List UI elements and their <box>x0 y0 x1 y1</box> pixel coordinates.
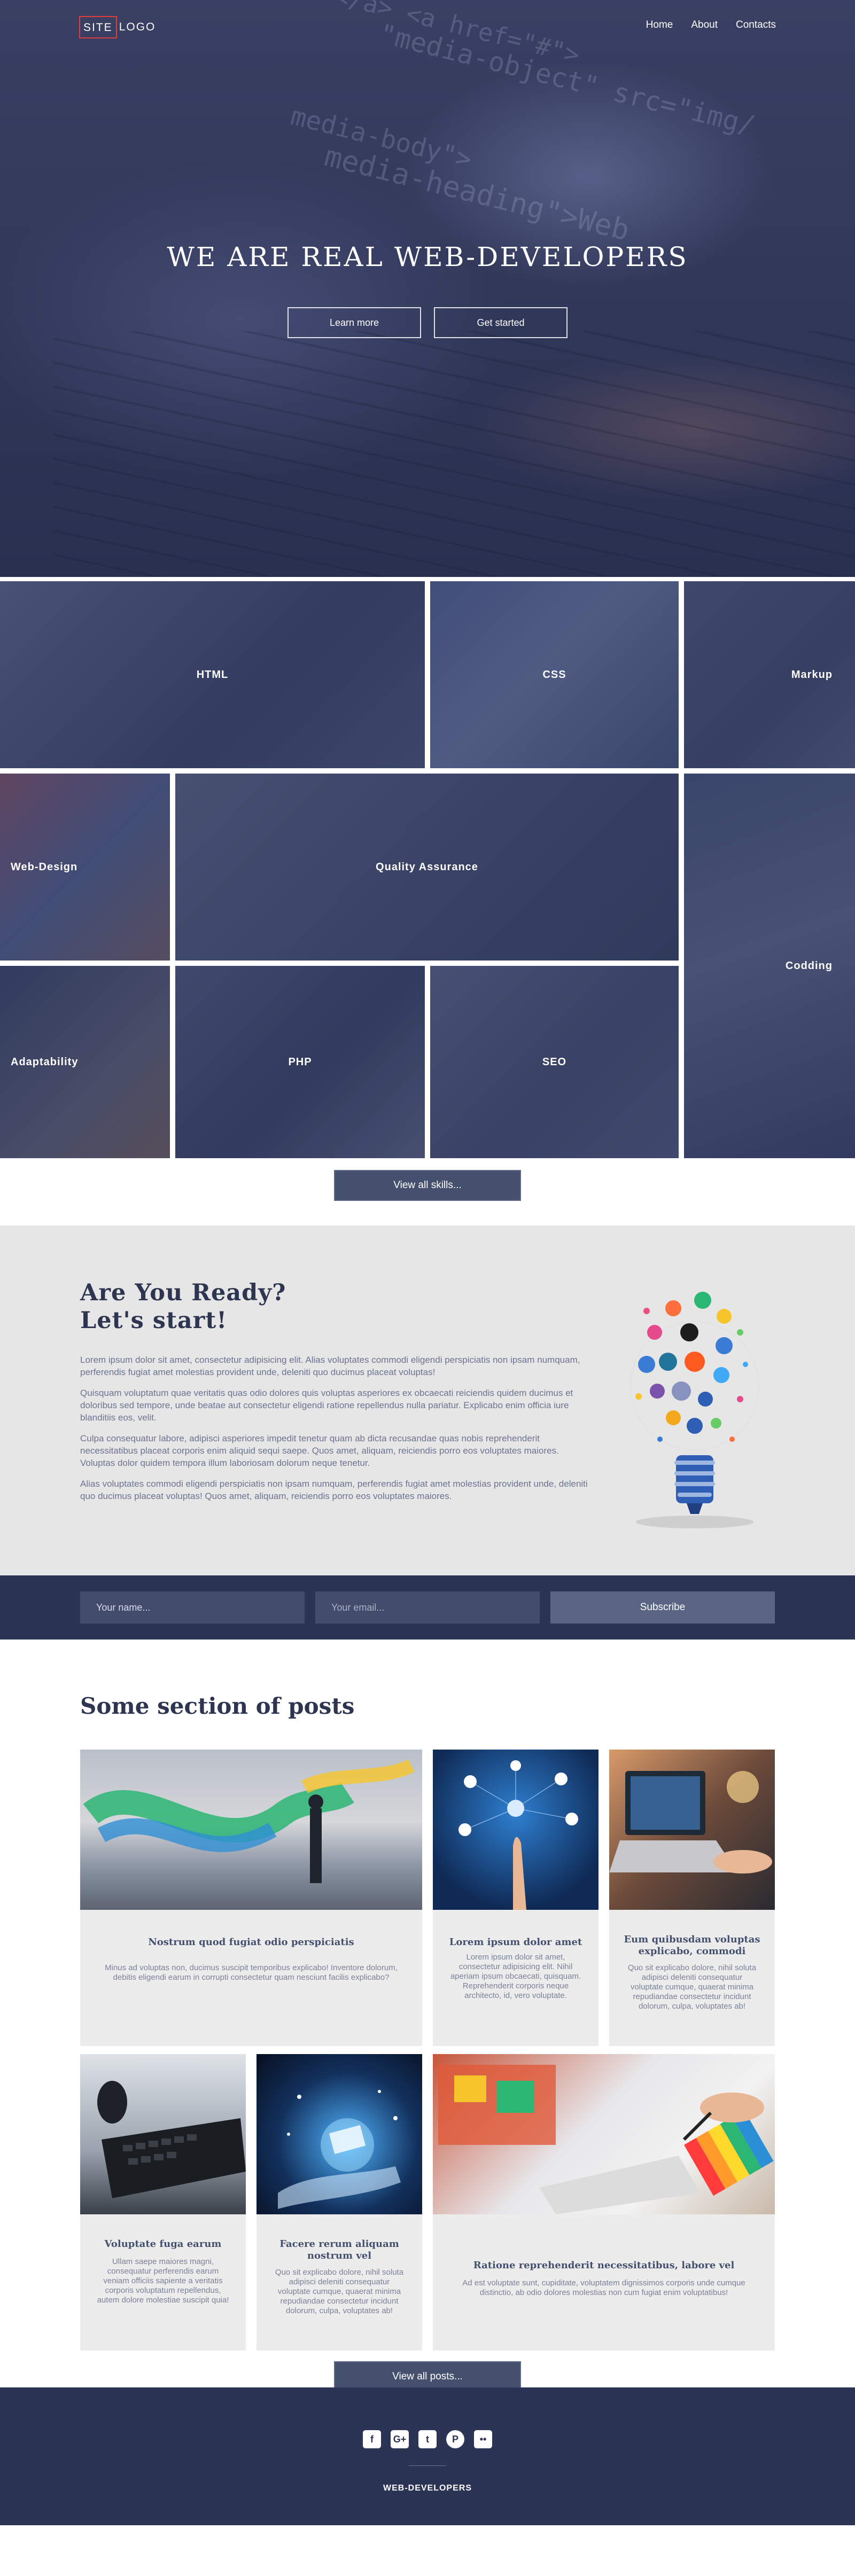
skill-label: SEO <box>542 1056 567 1068</box>
subscribe-button[interactable]: Subscribe <box>550 1591 775 1623</box>
post-card[interactable]: Lorem ipsum dolor amet Lorem ipsum dolor… <box>433 1750 598 2046</box>
post-description: Minus ad voluptas non, ducimus suscipit … <box>105 1963 398 1982</box>
post-card[interactable]: Nostrum quod fugiat odio perspiciatis Mi… <box>80 1750 422 2046</box>
post-title[interactable]: Lorem ipsum dolor amet <box>444 1937 588 1948</box>
skill-label: Codding <box>785 959 833 972</box>
hero-code-line: media-heading">Web <box>321 139 633 247</box>
post-description: Ad est voluptate sunt, cupiditate, volup… <box>462 2278 745 2297</box>
twitter-icon[interactable]: t <box>418 2430 437 2448</box>
get-started-button[interactable]: Get started <box>434 307 568 338</box>
footer-brand: WEB-DEVELOPERS <box>383 2484 472 2493</box>
posts-section: Some section of posts Nostrum quod fugia… <box>0 1640 855 2392</box>
ready-paragraph: Culpa consequatur labore, adipisci asper… <box>80 1433 559 1468</box>
hero-code-line: "media-object" src="img/ <box>376 18 758 142</box>
post-card[interactable]: Facere rerum aliquam nostrum vel Quo sit… <box>256 2054 422 2351</box>
skill-label: Web-Design <box>11 861 78 873</box>
skill-tile-php[interactable]: PHP <box>175 966 425 1158</box>
skill-label: Markup <box>791 668 833 681</box>
network-touch-image <box>458 1760 578 1910</box>
post-title[interactable]: Ratione reprehenderit necessitatibus, la… <box>444 2260 764 2271</box>
skill-tile-quality-assurance[interactable]: Quality Assurance <box>175 774 679 961</box>
name-input[interactable]: Your name... <box>80 1591 305 1623</box>
hero-section: </a> <a href="#"> "media-object" src="im… <box>0 0 855 577</box>
ready-title-line2: Let's start! <box>80 1307 228 1334</box>
post-description: Lorem ipsum dolor sit amet, consectetur … <box>450 1953 581 2000</box>
skill-tile-adaptability[interactable]: Adaptability <box>0 966 170 1158</box>
site-logo[interactable]: SITE LOGO <box>79 16 156 38</box>
designer-drawing-image <box>438 2065 774 2214</box>
logo-text: LOGO <box>119 21 156 33</box>
paint-splash-image <box>83 1759 415 1883</box>
post-description: Quo sit explicabo dolore, nihil soluta a… <box>275 2268 404 2315</box>
skill-label: Adaptability <box>11 1056 79 1068</box>
post-image <box>256 2054 422 2214</box>
post-image <box>433 1750 598 1910</box>
ready-text: Lorem ipsum dolor sit amet, consectetur … <box>80 1354 593 1511</box>
ready-paragraph: Lorem ipsum dolor sit amet, consectetur … <box>80 1355 580 1377</box>
ready-paragraph: Alias voluptates commodi eligendi perspi… <box>80 1479 588 1501</box>
ready-section: Are You Ready? Let's start! Lorem ipsum … <box>0 1225 855 1575</box>
digital-hand-image <box>278 2090 401 2209</box>
email-input[interactable]: Your email... <box>315 1591 540 1623</box>
skill-label: Quality Assurance <box>376 861 478 873</box>
flickr-icon[interactable]: •• <box>474 2430 492 2448</box>
hero-title: WE ARE REAL WEB-DEVELOPERS <box>167 241 688 272</box>
keyboard-mouse-image <box>97 2081 246 2198</box>
post-title[interactable]: Facere rerum aliquam nostrum vel <box>267 2238 411 2262</box>
post-image <box>433 2054 775 2214</box>
post-title[interactable]: Voluptate fuga earum <box>91 2238 235 2250</box>
lightbulb-illustration <box>630 1292 759 1528</box>
post-card[interactable]: Ratione reprehenderit necessitatibus, la… <box>433 2054 775 2351</box>
nav-about[interactable]: About <box>691 19 718 31</box>
logo-boxed-text: SITE <box>79 16 117 38</box>
ready-title: Are You Ready? Let's start! <box>80 1279 286 1334</box>
main-nav: Home About Contacts <box>646 19 776 31</box>
post-card[interactable]: Voluptate fuga earum Ullam saepe maiores… <box>80 2054 246 2351</box>
posts-title: Some section of posts <box>80 1693 355 1719</box>
post-image <box>80 1750 422 1910</box>
skill-tile-seo[interactable]: SEO <box>430 966 679 1158</box>
footer: f G+ t P •• WEB-DEVELOPERS <box>0 2387 855 2525</box>
learn-more-button[interactable]: Learn more <box>287 307 421 338</box>
post-description: Quo sit explicabo dolore, nihil soluta a… <box>627 1963 757 2011</box>
post-title[interactable]: Eum quibusdam voluptas explicabo, commod… <box>620 1934 764 1957</box>
skill-label: PHP <box>288 1056 312 1068</box>
subscribe-bar: Your name... Your email... Subscribe <box>0 1575 855 1640</box>
ready-title-line1: Are You Ready? <box>80 1279 286 1306</box>
laptop-typing-image <box>609 1771 772 1874</box>
footer-divider <box>409 2465 446 2466</box>
hero-buttons: Learn more Get started <box>0 307 855 338</box>
skill-tile-markup[interactable]: Markup <box>684 581 855 768</box>
post-card[interactable]: Eum quibusdam voluptas explicabo, commod… <box>609 1750 775 2046</box>
skill-label: HTML <box>196 668 229 681</box>
skill-tile-codding[interactable]: Codding <box>684 774 855 1158</box>
skill-tile-web-design[interactable]: Web-Design <box>0 774 170 961</box>
post-title[interactable]: Nostrum quod fugiat odio perspiciatis <box>91 1937 411 1948</box>
post-image <box>609 1750 775 1910</box>
social-links: f G+ t P •• <box>0 2430 855 2448</box>
skill-tile-html[interactable]: HTML <box>0 581 425 768</box>
skill-tile-css[interactable]: CSS <box>430 581 679 768</box>
post-description: Ullam saepe maiores magni, consequatur p… <box>97 2257 229 2305</box>
hero-keyboard-image <box>53 331 855 577</box>
skill-label: CSS <box>542 668 566 681</box>
view-all-skills-button[interactable]: View all skills... <box>334 1170 521 1201</box>
facebook-icon[interactable]: f <box>363 2430 381 2448</box>
pinterest-icon[interactable]: P <box>446 2430 464 2448</box>
nav-home[interactable]: Home <box>646 19 673 31</box>
google-plus-icon[interactable]: G+ <box>391 2430 409 2448</box>
post-image <box>80 2054 246 2214</box>
skills-grid: HTML CSS Markup Web-Design Quality Assur… <box>0 581 855 1158</box>
ready-paragraph: Quisquam voluptatum quae veritatis quas … <box>80 1388 573 1423</box>
nav-contacts[interactable]: Contacts <box>736 19 776 31</box>
